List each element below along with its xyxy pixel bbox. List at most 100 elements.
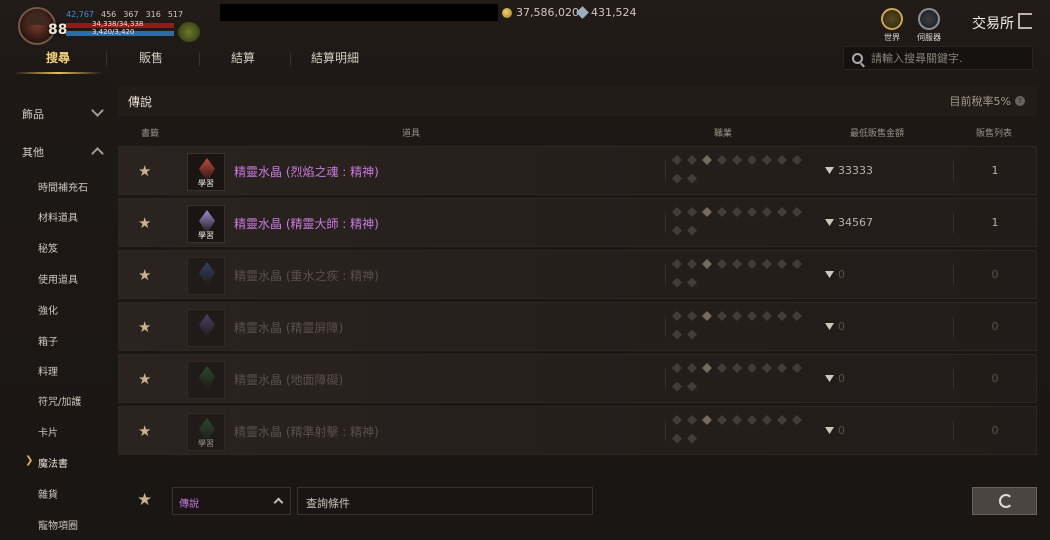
- exit-icon[interactable]: [1018, 13, 1032, 29]
- price-value: 0: [838, 372, 845, 385]
- top-bar: 88 42,767 456 367 316 517 34,338/34,338 …: [0, 0, 1050, 45]
- divider: [953, 421, 954, 441]
- sidebar-item-secret-book[interactable]: 秘笈: [38, 240, 58, 255]
- diamond-icon: [825, 323, 834, 330]
- refresh-button[interactable]: [972, 487, 1037, 515]
- sale-count: 0: [991, 372, 999, 385]
- divider: [665, 317, 666, 337]
- crystal-icon: [199, 262, 215, 286]
- divider: [665, 265, 666, 285]
- crown-icon[interactable]: [178, 22, 200, 42]
- bookmark-star-icon[interactable]: ★: [138, 266, 151, 284]
- price-value: 0: [838, 268, 845, 281]
- min-price: 0: [825, 372, 935, 385]
- diamond-icon: [825, 271, 834, 278]
- search-icon[interactable]: [852, 52, 863, 64]
- table-row[interactable]: ★ 精靈水晶 (地面障礙) 0 0: [118, 354, 1037, 403]
- bookmark-filter-star-icon[interactable]: ★: [137, 490, 152, 510]
- chevron-right-icon: ❯: [25, 455, 34, 466]
- table-row[interactable]: ★ 精靈水晶 (重水之疾 : 精神) 0 0: [118, 250, 1037, 299]
- item-thumbnail: 學習: [187, 205, 225, 243]
- table-row[interactable]: ★ 學習 精靈水晶 (烈焰之魂 : 精神) 33333 1: [118, 146, 1037, 195]
- price-value: 0: [838, 424, 845, 437]
- player-level: 88: [48, 22, 68, 38]
- avatar-hat-icon: [28, 13, 46, 25]
- bookmark-star-icon[interactable]: ★: [138, 214, 151, 232]
- world-button[interactable]: 世界: [877, 8, 907, 43]
- class-icons: [672, 415, 812, 449]
- learn-label: 學習: [198, 179, 214, 188]
- query-conditions-button[interactable]: 查詢條件: [297, 487, 593, 515]
- table-row[interactable]: ★ 精靈水晶 (精靈屏障) 0 0: [118, 302, 1037, 351]
- class-icons: [672, 155, 812, 189]
- item-thumbnail: [187, 257, 225, 295]
- class-icons: [672, 363, 812, 397]
- bookmark-star-icon[interactable]: ★: [138, 370, 151, 388]
- divider: [953, 369, 954, 389]
- mp-text: 3,420/3,420: [92, 28, 135, 36]
- class-icons: [672, 311, 812, 345]
- sidebar-item-consumables[interactable]: 使用道具: [38, 271, 78, 286]
- class-icons: [672, 259, 812, 293]
- divider: [953, 161, 954, 181]
- min-price: 33333: [825, 164, 935, 177]
- tab-sell[interactable]: 販售: [105, 46, 197, 74]
- sale-count: 1: [991, 164, 999, 177]
- gem-amount: 431,524: [591, 6, 637, 19]
- min-price: 34567: [825, 216, 935, 229]
- diamond-icon: [825, 375, 834, 382]
- hp-text: 34,338/34,338: [92, 20, 144, 28]
- item-name: 精靈水晶 (烈焰之魂 : 精神): [234, 165, 379, 179]
- grade-select[interactable]: 傳說: [172, 487, 291, 515]
- search-input[interactable]: [871, 51, 1021, 65]
- sidebar-item-boxes[interactable]: 箱子: [38, 333, 58, 348]
- item-name: 精靈水晶 (精準射擊 : 精神): [234, 425, 379, 439]
- col-bookmark: 書籤: [141, 129, 160, 139]
- learn-label: 學習: [198, 231, 214, 240]
- server-icon: [918, 8, 940, 30]
- stat-3: 367: [123, 10, 139, 19]
- table-row[interactable]: ★ 學習 精靈水晶 (精靈大師 : 精神) 34567 1: [118, 198, 1037, 247]
- sidebar-item-cooking[interactable]: 料理: [38, 363, 58, 378]
- sidebar-item-magic-book[interactable]: 魔法書: [38, 455, 68, 470]
- bookmark-star-icon[interactable]: ★: [138, 422, 151, 440]
- sidebar-item-time-stone[interactable]: 時間補充石: [38, 179, 88, 194]
- window-title: 交易所: [972, 16, 1014, 32]
- sidebar-item-charms[interactable]: 符咒/加護: [38, 393, 81, 408]
- tax-rate-text: 目前稅率5%: [949, 95, 1011, 108]
- item-thumbnail: [187, 309, 225, 347]
- divider: [665, 213, 666, 233]
- tab-settle-detail[interactable]: 結算明細: [289, 46, 381, 74]
- sidebar-item-misc[interactable]: 雜貨: [38, 486, 58, 501]
- sidebar-item-enhance[interactable]: 強化: [38, 302, 58, 317]
- tax-rate: 目前稅率5%?: [950, 93, 1025, 109]
- tab-settle[interactable]: 結算: [197, 46, 289, 74]
- world-label: 世界: [884, 33, 900, 42]
- gold-amount: 37,586,020: [516, 6, 579, 19]
- player-stats: 42,767 456 367 316 517: [66, 10, 183, 19]
- sale-count: 0: [991, 320, 999, 333]
- results-header: 傳說 目前稅率5%?: [118, 86, 1037, 116]
- category-sidebar: 飾品 其他 時間補充石 材料道具 秘笈 使用道具 強化 箱子 料理 符咒/加護 …: [0, 88, 115, 540]
- tab-search[interactable]: 搜尋: [12, 46, 104, 74]
- min-price: 0: [825, 424, 935, 437]
- sale-count: 0: [991, 268, 999, 281]
- diamond-icon: [825, 219, 834, 226]
- filter-bar: ★ 傳說 查詢條件: [118, 486, 1037, 516]
- server-button[interactable]: 伺服器: [914, 8, 944, 43]
- info-icon[interactable]: ?: [1015, 96, 1025, 106]
- sidebar-item-cards[interactable]: 卡片: [38, 424, 58, 439]
- divider: [953, 265, 954, 285]
- divider: [665, 161, 666, 181]
- item-name: 精靈水晶 (重水之疾 : 精神): [234, 269, 379, 283]
- bookmark-star-icon[interactable]: ★: [138, 318, 151, 336]
- sidebar-item-materials[interactable]: 材料道具: [38, 209, 78, 224]
- item-thumbnail: 學習: [187, 153, 225, 191]
- results-panel: 傳說 目前稅率5%? 書籤 道具 職業 最低販售金額 販售列表 ★ 學習 精靈水…: [118, 86, 1037, 488]
- divider: [953, 317, 954, 337]
- refresh-icon: [999, 494, 1013, 508]
- table-row[interactable]: ★ 學習 精靈水晶 (精準射擊 : 精神) 0 0: [118, 406, 1037, 455]
- bookmark-star-icon[interactable]: ★: [138, 162, 151, 180]
- sidebar-item-pet-collar[interactable]: 寵物項圈: [38, 517, 78, 532]
- crystal-icon: [199, 366, 215, 390]
